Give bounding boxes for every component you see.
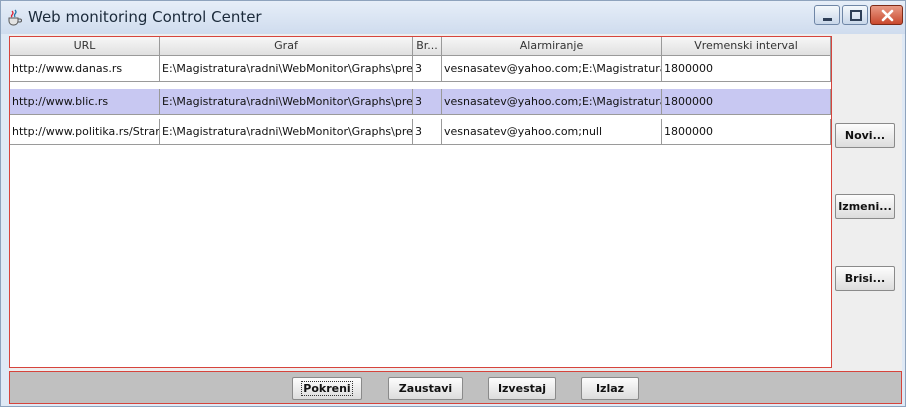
minimize-button[interactable] xyxy=(814,5,840,25)
novi-button[interactable]: Novi... xyxy=(835,123,895,148)
column-header-url[interactable]: URL xyxy=(10,37,160,56)
cell-br: 3 xyxy=(413,119,442,145)
cell-alarmiranje: vesnasatev@yahoo.com;E:\Magistratura... xyxy=(442,89,662,115)
cell-interval: 1800000 xyxy=(662,119,831,145)
maximize-button[interactable] xyxy=(842,5,868,25)
column-header-alarmiranje[interactable]: Alarmiranje xyxy=(442,37,662,56)
cell-br: 3 xyxy=(413,89,442,115)
bottom-toolbar: Pokreni Zaustavi Izvestaj Izlaz xyxy=(9,371,902,404)
pokreni-button[interactable]: Pokreni xyxy=(292,377,362,400)
pokreni-label: Pokreni xyxy=(301,381,353,396)
izlaz-button[interactable]: Izlaz xyxy=(581,377,639,400)
table-row[interactable]: http://www.politika.rs/Stran... E:\Magis… xyxy=(10,119,831,145)
title-bar[interactable]: Web monitoring Control Center xyxy=(1,1,905,34)
zaustavi-button[interactable]: Zaustavi xyxy=(388,377,463,400)
cell-interval: 1800000 xyxy=(662,89,831,115)
cell-url: http://www.danas.rs xyxy=(10,56,160,82)
cell-url: http://www.blic.rs xyxy=(10,89,160,115)
cell-graf: E:\Magistratura\radni\WebMonitor\Graphs\… xyxy=(160,56,413,82)
column-header-graf[interactable]: Graf xyxy=(160,37,413,56)
brisi-button[interactable]: Brisi... xyxy=(835,266,895,291)
izvestaj-button[interactable]: Izvestaj xyxy=(488,377,556,400)
column-header-br[interactable]: Br... xyxy=(413,37,442,56)
cell-br: 3 xyxy=(413,56,442,82)
cell-alarmiranje: vesnasatev@yahoo.com;E:\Magistratura... xyxy=(442,56,662,82)
maximize-icon xyxy=(850,10,862,21)
content-pane: URL Graf Br... Alarmiranje Vremenski int… xyxy=(9,34,902,404)
table-row[interactable]: http://www.danas.rs E:\Magistratura\radn… xyxy=(10,56,831,82)
column-header-vremenski-interval[interactable]: Vremenski interval xyxy=(662,37,831,56)
cell-alarmiranje: vesnasatev@yahoo.com;null xyxy=(442,119,662,145)
cell-url: http://www.politika.rs/Stran... xyxy=(10,119,160,145)
main-window: Web monitoring Control Center URL Graf B… xyxy=(0,0,906,407)
java-cup-icon xyxy=(8,9,22,26)
window-title: Web monitoring Control Center xyxy=(28,8,262,26)
cell-graf: E:\Magistratura\radni\WebMonitor\Graphs\… xyxy=(160,119,413,145)
cell-graf: E:\Magistratura\radni\WebMonitor\Graphs\… xyxy=(160,89,413,115)
close-icon xyxy=(881,9,894,22)
minimize-icon xyxy=(823,18,832,21)
izmeni-button[interactable]: Izmeni... xyxy=(835,194,895,219)
monitor-table[interactable]: URL Graf Br... Alarmiranje Vremenski int… xyxy=(9,36,832,368)
cell-interval: 1800000 xyxy=(662,56,831,82)
table-header: URL Graf Br... Alarmiranje Vremenski int… xyxy=(10,37,831,56)
table-row-selected[interactable]: http://www.blic.rs E:\Magistratura\radni… xyxy=(10,89,831,115)
close-button[interactable] xyxy=(870,5,903,25)
